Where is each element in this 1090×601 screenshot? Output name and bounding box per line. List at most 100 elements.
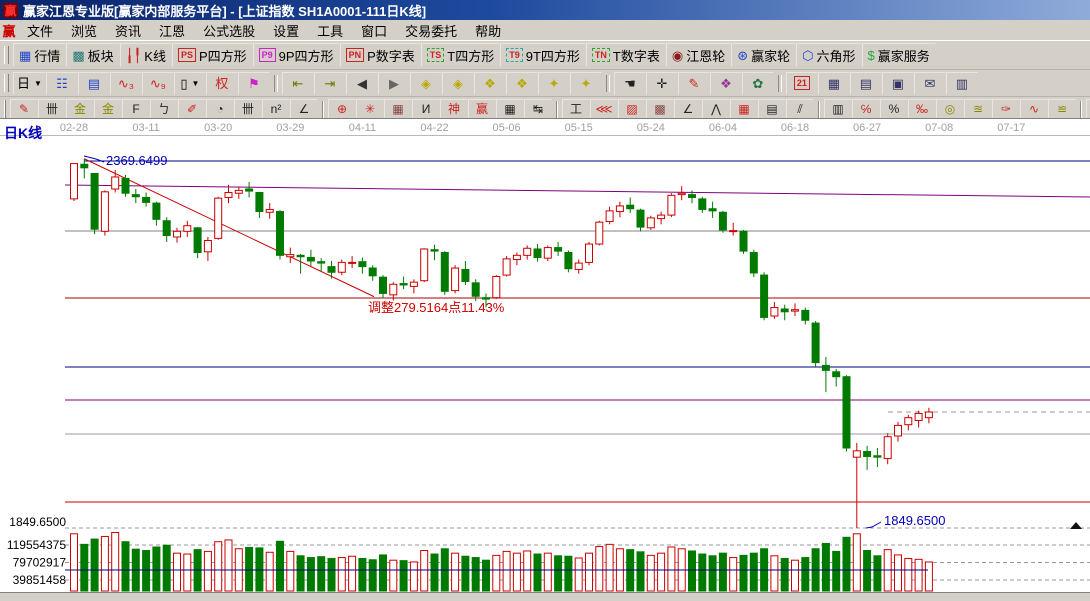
draw-columns[interactable]: ▥ — [824, 99, 852, 120]
quotes[interactable]: ▦行情 — [13, 43, 66, 67]
nav-prev[interactable]: ◀ — [346, 72, 378, 95]
notebook[interactable]: ▤ — [850, 72, 882, 95]
draw-circle-cross[interactable]: ⊕ — [328, 99, 356, 120]
draw-grid-red[interactable]: ▦ — [730, 99, 758, 120]
draw-ying-lines[interactable]: 赢 — [468, 99, 496, 120]
draw-gold-angle-base[interactable]: 金 — [1086, 99, 1090, 120]
print[interactable]: ▥ — [946, 72, 978, 95]
nav-last[interactable]: ⇥ — [314, 72, 346, 95]
draw-spiral[interactable]: ㄅ — [150, 99, 178, 120]
winner-service[interactable]: $赢家服务 — [862, 43, 936, 67]
hexagon[interactable]: ⬡六角形 — [796, 43, 861, 67]
t-square[interactable]: TST四方形 — [421, 43, 500, 67]
menu-gann[interactable]: 江恩 — [150, 21, 194, 40]
draw-hash-lines-2[interactable]: 卌 — [234, 99, 262, 120]
period-daily[interactable]: 日▼ — [13, 72, 46, 95]
draw-percent[interactable]: % — [880, 99, 908, 120]
draw-fan-red-icon: ⋘ — [595, 103, 612, 115]
draw-ibeam[interactable]: 工 — [562, 99, 590, 120]
draw-gold-levels-2[interactable]: ≌ — [1048, 99, 1076, 120]
winner-wheel[interactable]: ⊛赢家轮 — [731, 43, 796, 67]
info-panel[interactable]: ▤ — [78, 72, 110, 95]
menu-news[interactable]: 资讯 — [106, 21, 150, 40]
print-icon: ▥ — [956, 77, 968, 90]
draw-permille[interactable]: ‰ — [908, 99, 936, 120]
draw-clock[interactable]: ◔ — [206, 99, 234, 120]
draw-gold-levels[interactable]: ≊ — [964, 99, 992, 120]
flag-marker[interactable]: ⚑ — [238, 72, 270, 95]
zoom-horizontal[interactable]: ❖ — [474, 72, 506, 95]
draw-gold-lines-2[interactable]: 金 — [94, 99, 122, 120]
angle-measure-tool[interactable]: ✎ — [678, 72, 710, 95]
draw-fan-box[interactable]: ▨ — [618, 99, 646, 120]
draw-angle[interactable]: ∠ — [290, 99, 318, 120]
p-square[interactable]: PSP四方形 — [172, 43, 253, 67]
draw-hash-lines[interactable]: 卌 — [38, 99, 66, 120]
calculator[interactable]: ▦ — [818, 72, 850, 95]
menu-window[interactable]: 窗口 — [352, 21, 396, 40]
mini-chart-9[interactable]: ∿₉ — [142, 72, 174, 95]
9p-square[interactable]: P99P四方形 — [253, 43, 340, 67]
p-number-table[interactable]: PNP数字表 — [340, 43, 421, 67]
draw-web-grid[interactable]: ▦ — [384, 99, 412, 120]
menu-browse[interactable]: 浏览 — [62, 21, 106, 40]
zoom-out[interactable]: ✦ — [570, 72, 602, 95]
t-number-table[interactable]: TNT数字表 — [586, 43, 666, 67]
draw-f-lines[interactable]: F — [122, 99, 150, 120]
export[interactable]: ✉ — [914, 72, 946, 95]
calendar[interactable]: 21 — [786, 72, 818, 95]
toolbar-handle[interactable] — [4, 100, 6, 118]
sectors[interactable]: ▩板块 — [66, 43, 119, 67]
nav-first-icon: ⇤ — [292, 77, 303, 90]
kline[interactable]: ╽╿K线 — [120, 43, 172, 67]
draw-pen[interactable]: ✐ — [178, 99, 206, 120]
draw-wave-levels[interactable]: ∿ — [1020, 99, 1048, 120]
candle-style[interactable]: ▯▼ — [174, 72, 206, 95]
toolbar-handle[interactable] — [4, 74, 9, 92]
restore-rights[interactable]: 权 — [206, 72, 238, 95]
menu-trading[interactable]: 交易委托 — [396, 21, 466, 40]
draw-grid-arrow-icon: ▤ — [766, 103, 777, 115]
nav-next[interactable]: ▶ — [378, 72, 410, 95]
kline-chart[interactable]: 02-2803-1103-2003-2904-1104-2205-0605-15… — [0, 118, 1090, 600]
draw-parallel-lines[interactable]: ⫽ — [786, 99, 814, 120]
gann-wheel[interactable]: ◉江恩轮 — [666, 43, 731, 67]
menu-tools[interactable]: 工具 — [308, 21, 352, 40]
chart-overlay[interactable]: ☷ — [46, 72, 78, 95]
draw-web-box[interactable]: ▩ — [646, 99, 674, 120]
draw-fan-red[interactable]: ⋘ — [590, 99, 618, 120]
draw-wave[interactable]: ⋀ — [702, 99, 730, 120]
draw-brush[interactable]: ✎ — [10, 99, 38, 120]
draw-n-squared[interactable]: n² — [262, 99, 290, 120]
draw-zigzag[interactable]: И — [412, 99, 440, 120]
menu-help[interactable]: 帮助 — [466, 21, 510, 40]
toolbar-handle[interactable] — [4, 46, 9, 64]
zoom-compress[interactable]: ❖ — [506, 72, 538, 95]
9t-square[interactable]: T99T四方形 — [500, 43, 586, 67]
draw-fan-black[interactable]: ∠ — [674, 99, 702, 120]
zoom-right[interactable]: ◈ — [442, 72, 474, 95]
draw-gold-lines-1[interactable]: 金 — [66, 99, 94, 120]
menu-settings[interactable]: 设置 — [264, 21, 308, 40]
draw-span-arrows[interactable]: ↹ — [524, 99, 552, 120]
draw-percent-lines[interactable]: ℅ — [852, 99, 880, 120]
crosshair-tool[interactable]: ✛ — [646, 72, 678, 95]
svg-text:119554375: 119554375 — [7, 538, 67, 552]
gann-flower-tool[interactable]: ❖ — [710, 72, 742, 95]
menu-file[interactable]: 文件 — [18, 21, 62, 40]
draw-marker-pen[interactable]: ✑ — [992, 99, 1020, 120]
draw-star-web[interactable]: ✳ — [356, 99, 384, 120]
menu-formula-picker[interactable]: 公式选股 — [194, 21, 264, 40]
mini-chart-3[interactable]: ∿₃ — [110, 72, 142, 95]
save[interactable]: ▣ — [882, 72, 914, 95]
zoom-in[interactable]: ✦ — [538, 72, 570, 95]
draw-grid-arrow[interactable]: ▤ — [758, 99, 786, 120]
draw-shen-lines[interactable]: 神 — [440, 99, 468, 120]
svg-text:1849.6500: 1849.6500 — [9, 515, 66, 529]
draw-gold-circle[interactable]: ◎ — [936, 99, 964, 120]
pattern-tool[interactable]: ✿ — [742, 72, 774, 95]
nav-first[interactable]: ⇤ — [282, 72, 314, 95]
hand-tool[interactable]: ☚ — [614, 72, 646, 95]
zoom-left[interactable]: ◈ — [410, 72, 442, 95]
draw-grid-123[interactable]: ▦ — [496, 99, 524, 120]
